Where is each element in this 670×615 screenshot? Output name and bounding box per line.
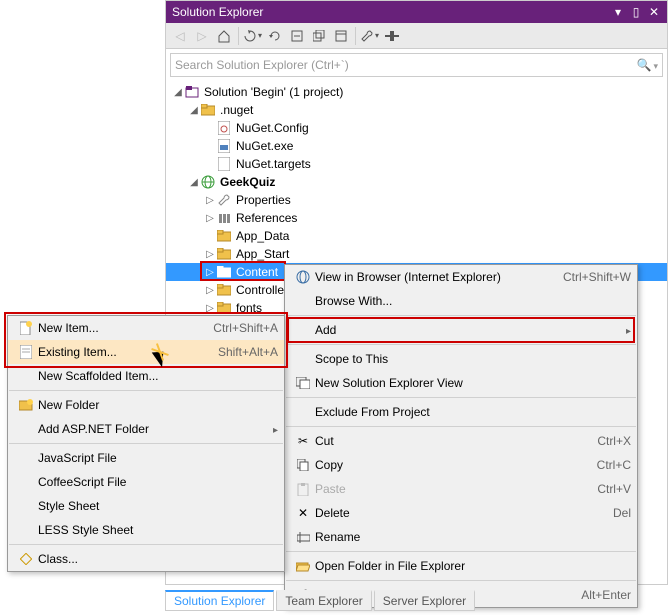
menu-rename[interactable]: Rename	[285, 525, 637, 549]
folder-icon	[216, 300, 232, 316]
menu-scope-to-this[interactable]: Scope to This	[285, 347, 637, 371]
back-button[interactable]: ◁	[170, 26, 190, 46]
folder-icon	[216, 246, 232, 262]
references-icon	[216, 210, 232, 226]
folder-icon	[200, 102, 216, 118]
solution-icon	[184, 84, 200, 100]
view-icon	[291, 377, 315, 389]
close-icon[interactable]: ✕	[647, 5, 661, 19]
file-icon	[216, 156, 232, 172]
refresh-button[interactable]	[265, 26, 285, 46]
menu-delete[interactable]: ✕DeleteDel	[285, 501, 637, 525]
tree-solution[interactable]: ◢Solution 'Begin' (1 project)	[166, 83, 667, 101]
menu-js-file[interactable]: JavaScript File	[8, 446, 284, 470]
cut-icon: ✂	[291, 434, 315, 448]
tree-nugetexe[interactable]: NuGet.exe	[166, 137, 667, 155]
search-dropdown-icon[interactable]	[651, 58, 658, 72]
menu-view-in-browser[interactable]: View in Browser (Internet Explorer)Ctrl+…	[285, 265, 637, 289]
new-item-icon	[14, 321, 38, 335]
dropdown-icon[interactable]: ▾	[611, 5, 625, 19]
panel-titlebar: Solution Explorer ▾ ▯ ✕	[166, 1, 667, 23]
tree-nugetconfig[interactable]: NuGet.Config	[166, 119, 667, 137]
tree-project[interactable]: ◢GeekQuiz	[166, 173, 667, 191]
tree-properties[interactable]: ▷Properties	[166, 191, 667, 209]
menu-existing-item[interactable]: Existing Item...Shift+Alt+A	[8, 340, 284, 364]
context-menu-primary: View in Browser (Internet Explorer)Ctrl+…	[284, 264, 638, 608]
existing-item-icon	[14, 345, 38, 359]
browser-icon	[291, 270, 315, 284]
wrench-button[interactable]	[360, 26, 380, 46]
class-icon	[14, 553, 38, 565]
tree-appstart[interactable]: ▷App_Start	[166, 245, 667, 263]
menu-class[interactable]: Class...	[8, 547, 284, 571]
context-menu-add: New Item...Ctrl+Shift+A Existing Item...…	[7, 315, 285, 572]
menu-add[interactable]: Add	[285, 318, 637, 342]
menu-new-solution-view[interactable]: New Solution Explorer View	[285, 371, 637, 395]
tab-solution-explorer[interactable]: Solution Explorer	[165, 590, 274, 611]
wrench-icon	[216, 192, 232, 208]
tab-team-explorer[interactable]: Team Explorer	[276, 590, 371, 611]
home-button[interactable]	[214, 26, 234, 46]
paste-icon	[291, 483, 315, 496]
menu-exclude[interactable]: Exclude From Project	[285, 400, 637, 424]
menu-new-folder[interactable]: New Folder	[8, 393, 284, 417]
menu-browse-with[interactable]: Browse With...	[285, 289, 637, 313]
copy-icon	[291, 459, 315, 471]
toolbar: ◁ ▷	[166, 23, 667, 49]
menu-paste: PasteCtrl+V	[285, 477, 637, 501]
pin-icon[interactable]: ▯	[629, 5, 643, 19]
rename-icon	[291, 532, 315, 543]
bottom-tabs: Solution Explorer Team Explorer Server E…	[165, 589, 670, 611]
menu-new-scaffolded[interactable]: New Scaffolded Item...	[8, 364, 284, 388]
tree-references[interactable]: ▷References	[166, 209, 667, 227]
tab-server-explorer[interactable]: Server Explorer	[374, 590, 475, 611]
menu-cut[interactable]: ✂CutCtrl+X	[285, 429, 637, 453]
folder-icon	[216, 264, 232, 280]
open-folder-icon	[291, 561, 315, 572]
collapse-button[interactable]	[287, 26, 307, 46]
menu-less-stylesheet[interactable]: LESS Style Sheet	[8, 518, 284, 542]
menu-open-folder[interactable]: Open Folder in File Explorer	[285, 554, 637, 578]
preview-button[interactable]	[382, 26, 402, 46]
web-project-icon	[200, 174, 216, 190]
search-icon: 🔍	[637, 58, 652, 72]
menu-new-item[interactable]: New Item...Ctrl+Shift+A	[8, 316, 284, 340]
forward-button[interactable]: ▷	[192, 26, 212, 46]
config-file-icon	[216, 120, 232, 136]
new-folder-icon	[14, 399, 38, 411]
show-all-button[interactable]	[309, 26, 329, 46]
menu-stylesheet[interactable]: Style Sheet	[8, 494, 284, 518]
exe-file-icon	[216, 138, 232, 154]
tree-appdata[interactable]: App_Data	[166, 227, 667, 245]
menu-coffee-file[interactable]: CoffeeScript File	[8, 470, 284, 494]
search-input[interactable]: Search Solution Explorer (Ctrl+`) 🔍	[170, 53, 663, 77]
panel-title: Solution Explorer	[172, 5, 607, 19]
tree-nugettargets[interactable]: NuGet.targets	[166, 155, 667, 173]
delete-icon: ✕	[291, 506, 315, 520]
menu-copy[interactable]: CopyCtrl+C	[285, 453, 637, 477]
tree-nuget[interactable]: ◢.nuget	[166, 101, 667, 119]
folder-icon	[216, 228, 232, 244]
menu-asp-folder[interactable]: Add ASP.NET Folder	[8, 417, 284, 441]
sync-button[interactable]	[243, 26, 263, 46]
properties-button[interactable]	[331, 26, 351, 46]
folder-icon	[216, 282, 232, 298]
